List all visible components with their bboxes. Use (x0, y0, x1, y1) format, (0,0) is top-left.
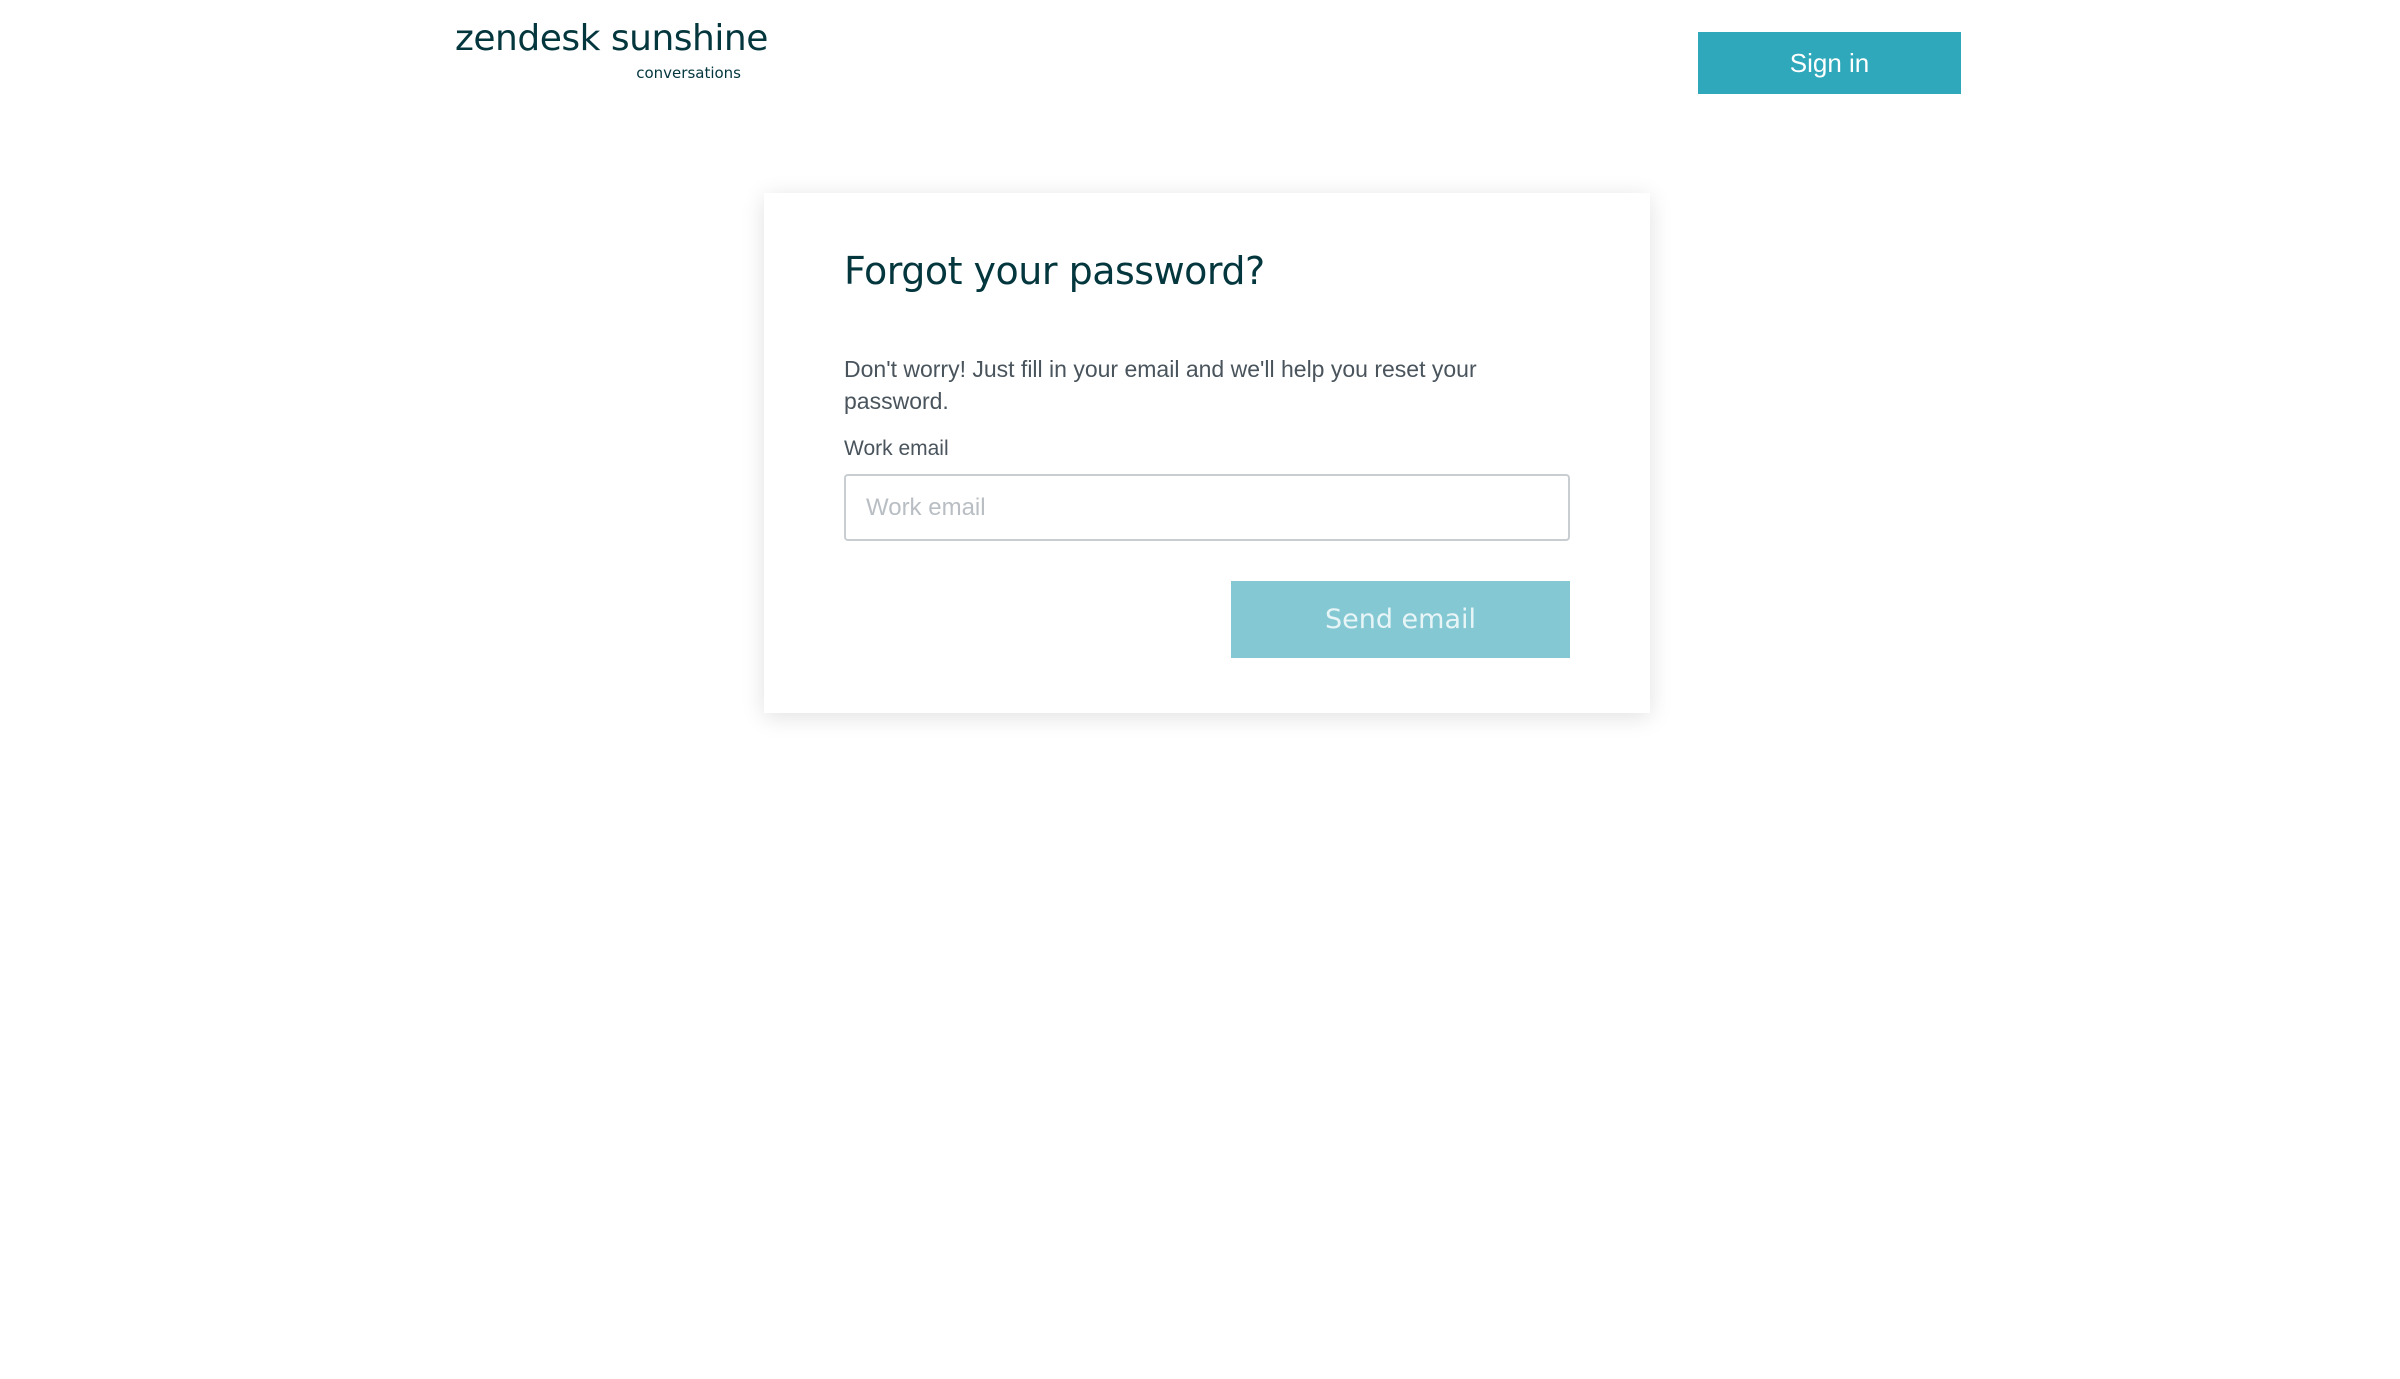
sign-in-button[interactable]: Sign in (1698, 32, 1961, 94)
logo-subtitle: conversations (636, 64, 741, 82)
work-email-label: Work email (844, 437, 949, 460)
zendesk-sunshine-logo[interactable]: zendesk sunshine conversations (455, 18, 768, 88)
work-email-input[interactable] (844, 474, 1570, 541)
page-title: Forgot your password? (844, 249, 1265, 293)
logo-wordmark: zendesk sunshine (455, 18, 768, 59)
instructions-text: Don't worry! Just fill in your email and… (844, 356, 1477, 414)
send-email-button[interactable]: Send email (1231, 581, 1570, 658)
forgot-password-card: Forgot your password? Don't worry! Just … (764, 193, 1650, 713)
top-header: zendesk sunshine conversations Sign in (0, 0, 2400, 140)
